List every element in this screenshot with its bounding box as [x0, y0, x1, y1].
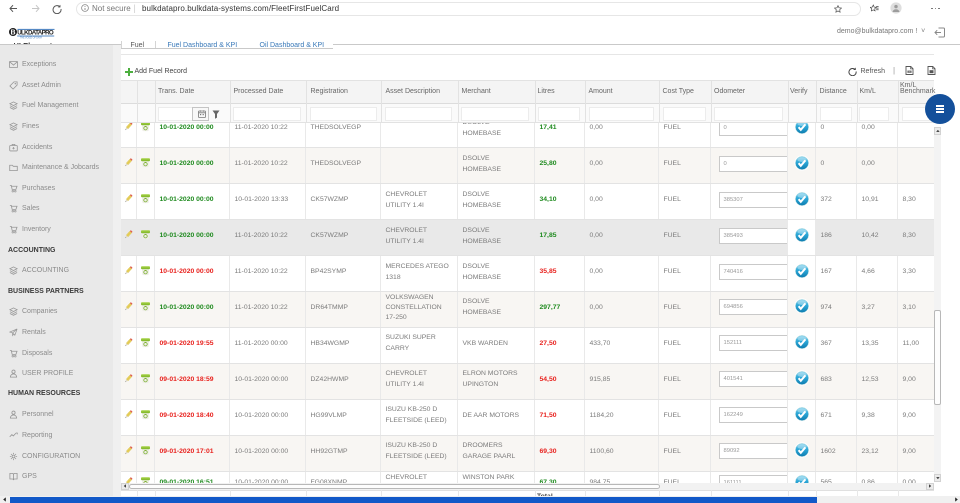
svg-text:THE VOICE OF DATA: THE VOICE OF DATA	[20, 37, 42, 39]
svg-text:B: B	[10, 30, 15, 37]
